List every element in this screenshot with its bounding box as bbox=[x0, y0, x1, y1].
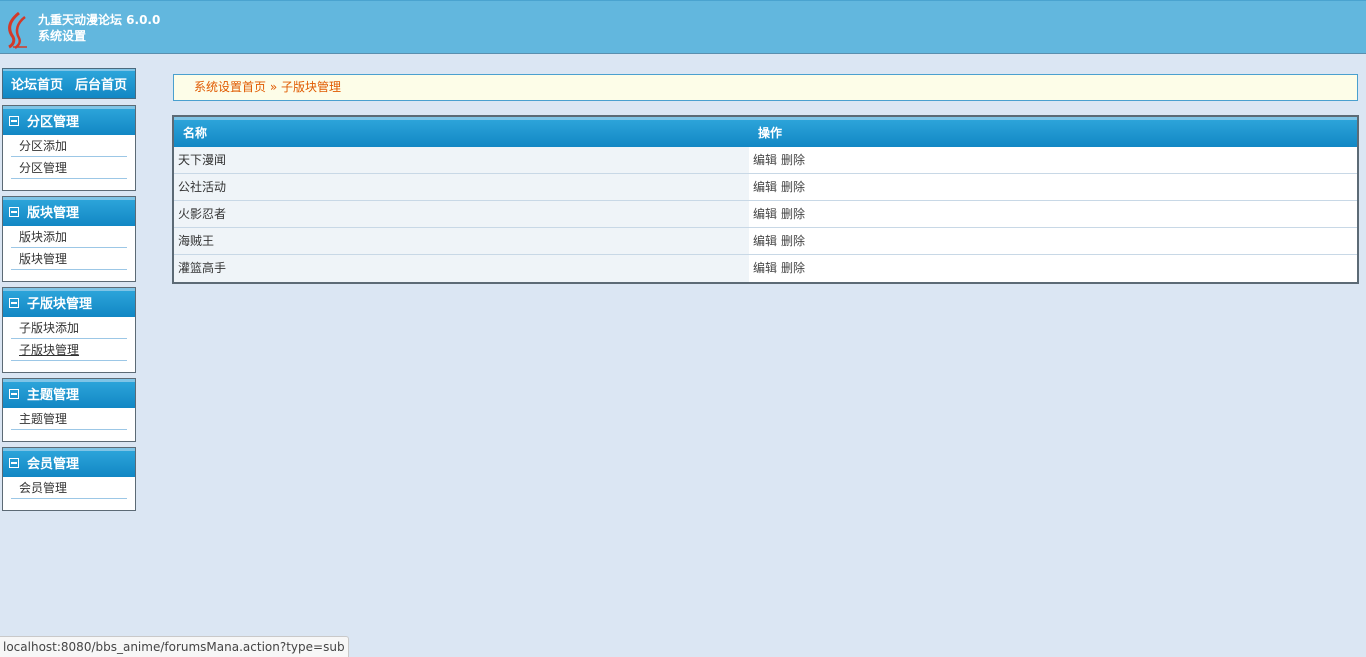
java-logo-icon bbox=[8, 11, 27, 49]
row-name: 天下漫闻 bbox=[174, 147, 749, 173]
subboard-table: 名称 操作 天下漫闻 编辑 删除 公社活动 编辑 删除 火影忍者 编辑 删除 海贼王 … bbox=[172, 115, 1359, 284]
menu-header-subboards[interactable]: 子版块管理 bbox=[3, 288, 135, 317]
row-actions: 编辑 删除 bbox=[749, 174, 809, 200]
app-title: 九重天动漫论坛 6.0.0 bbox=[38, 13, 161, 27]
menu-title: 版块管理 bbox=[27, 206, 80, 221]
breadcrumb-home-link[interactable]: 系统设置首页 bbox=[194, 80, 266, 94]
sidebar-item-label: 子版块添加 bbox=[19, 321, 80, 335]
menu-title: 会员管理 bbox=[27, 457, 80, 472]
row-actions: 编辑 删除 bbox=[749, 147, 809, 173]
menu-section-members: 会员管理 会员管理 bbox=[2, 447, 136, 511]
sidebar-item-board-add[interactable]: 版块添加 bbox=[11, 226, 127, 248]
sidebar-item-zone-add[interactable]: 分区添加 bbox=[11, 135, 127, 157]
delete-link[interactable]: 删除 bbox=[781, 261, 805, 275]
sidebar-item-subboard-manage[interactable]: 子版块管理 bbox=[11, 339, 127, 361]
sidebar-item-board-manage[interactable]: 版块管理 bbox=[11, 248, 127, 270]
sidebar-item-label: 会员管理 bbox=[19, 481, 68, 495]
edit-link[interactable]: 编辑 bbox=[753, 207, 777, 221]
breadcrumb: 系统设置首页 » 子版块管理 bbox=[173, 74, 1358, 101]
admin-home-link[interactable]: 后台首页 bbox=[75, 74, 127, 93]
row-actions: 编辑 删除 bbox=[749, 228, 809, 254]
breadcrumb-current: 子版块管理 bbox=[281, 80, 342, 94]
collapse-icon[interactable] bbox=[9, 115, 19, 126]
row-name: 灌篮高手 bbox=[174, 255, 749, 282]
collapse-icon[interactable] bbox=[9, 388, 19, 399]
edit-link[interactable]: 编辑 bbox=[753, 261, 777, 275]
forum-home-link[interactable]: 论坛首页 bbox=[11, 74, 63, 93]
sidebar-item-label: 分区管理 bbox=[19, 161, 68, 175]
header-title-block: 九重天动漫论坛 6.0.0 系统设置 bbox=[38, 12, 160, 44]
row-name: 火影忍者 bbox=[174, 201, 749, 227]
table-row: 天下漫闻 编辑 删除 bbox=[174, 147, 1357, 174]
menu-header-topics[interactable]: 主题管理 bbox=[3, 379, 135, 408]
menu-header-boards[interactable]: 版块管理 bbox=[3, 197, 135, 226]
delete-link[interactable]: 删除 bbox=[781, 234, 805, 248]
menu-section-topics: 主题管理 主题管理 bbox=[2, 378, 136, 442]
delete-link[interactable]: 删除 bbox=[781, 207, 805, 221]
table-row: 灌篮高手 编辑 删除 bbox=[174, 255, 1357, 282]
menu-header-zones[interactable]: 分区管理 bbox=[3, 106, 135, 135]
sidebar-top-links: 论坛首页 后台首页 bbox=[2, 68, 136, 99]
edit-link[interactable]: 编辑 bbox=[753, 153, 777, 167]
row-actions: 编辑 删除 bbox=[749, 201, 809, 227]
sidebar-item-label: 子版块管理 bbox=[19, 343, 80, 357]
sidebar-item-topic-manage[interactable]: 主题管理 bbox=[11, 408, 127, 430]
edit-link[interactable]: 编辑 bbox=[753, 234, 777, 248]
table-row: 公社活动 编辑 删除 bbox=[174, 174, 1357, 201]
edit-link[interactable]: 编辑 bbox=[753, 180, 777, 194]
sidebar-item-subboard-add[interactable]: 子版块添加 bbox=[11, 317, 127, 339]
app-subtitle: 系统设置 bbox=[38, 29, 87, 43]
collapse-icon[interactable] bbox=[9, 206, 19, 217]
menu-section-zones: 分区管理 分区添加 分区管理 bbox=[2, 105, 136, 191]
menu-title: 子版块管理 bbox=[27, 297, 93, 312]
sidebar-item-label: 主题管理 bbox=[19, 412, 68, 426]
menu-header-members[interactable]: 会员管理 bbox=[3, 448, 135, 477]
row-actions: 编辑 删除 bbox=[749, 255, 809, 282]
menu-section-subboards: 子版块管理 子版块添加 子版块管理 bbox=[2, 287, 136, 373]
table-header-row: 名称 操作 bbox=[174, 117, 1357, 147]
table-row: 火影忍者 编辑 删除 bbox=[174, 201, 1357, 228]
collapse-icon[interactable] bbox=[9, 297, 19, 308]
breadcrumb-separator: » bbox=[269, 80, 278, 94]
sidebar-item-zone-manage[interactable]: 分区管理 bbox=[11, 157, 127, 179]
delete-link[interactable]: 删除 bbox=[781, 153, 805, 167]
column-header-actions: 操作 bbox=[758, 125, 783, 140]
collapse-icon[interactable] bbox=[9, 457, 19, 468]
menu-title: 分区管理 bbox=[27, 115, 80, 130]
sidebar-item-label: 版块添加 bbox=[19, 230, 68, 244]
column-header-name: 名称 bbox=[183, 125, 208, 140]
menu-section-boards: 版块管理 版块添加 版块管理 bbox=[2, 196, 136, 282]
table-row: 海贼王 编辑 删除 bbox=[174, 228, 1357, 255]
delete-link[interactable]: 删除 bbox=[781, 180, 805, 194]
browser-status-url: localhost:8080/bbs_anime/forumsMana.acti… bbox=[0, 636, 349, 657]
header: 九重天动漫论坛 6.0.0 系统设置 bbox=[0, 0, 1366, 54]
sidebar-item-label: 版块管理 bbox=[19, 252, 68, 266]
menu-title: 主题管理 bbox=[27, 388, 80, 403]
row-name: 公社活动 bbox=[174, 174, 749, 200]
row-name: 海贼王 bbox=[174, 228, 749, 254]
sidebar-item-label: 分区添加 bbox=[19, 139, 68, 153]
sidebar-item-member-manage[interactable]: 会员管理 bbox=[11, 477, 127, 499]
